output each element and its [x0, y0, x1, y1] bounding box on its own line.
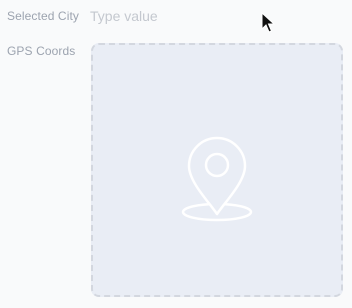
gps-coords-label: GPS Coords	[7, 44, 76, 58]
selected-city-input[interactable]	[90, 2, 330, 30]
gps-coords-map-picker[interactable]	[91, 43, 343, 297]
map-pin-icon	[181, 136, 253, 222]
location-form: Selected City GPS Coords	[0, 0, 352, 308]
selected-city-label: Selected City	[7, 9, 79, 23]
mouse-cursor-icon	[261, 12, 275, 33]
